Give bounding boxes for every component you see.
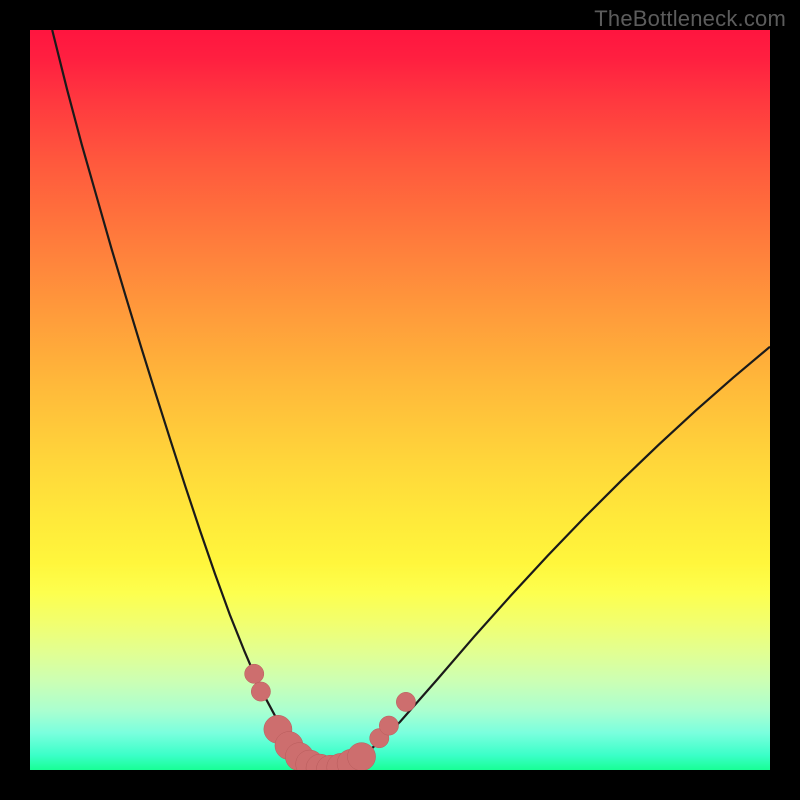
curve-marker — [251, 682, 270, 701]
curve-markers — [245, 664, 416, 770]
curve-marker — [379, 716, 398, 735]
curve-marker — [396, 692, 415, 711]
curve-marker — [245, 664, 264, 683]
plot-area — [30, 30, 770, 770]
bottleneck-curve — [52, 30, 770, 769]
chart-frame: TheBottleneck.com — [0, 0, 800, 800]
curve-marker — [347, 743, 375, 770]
watermark: TheBottleneck.com — [594, 6, 786, 32]
chart-svg — [30, 30, 770, 770]
